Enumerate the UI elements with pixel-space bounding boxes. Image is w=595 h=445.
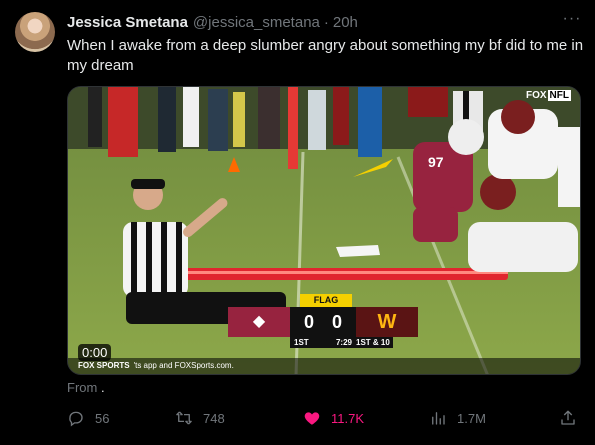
- cardinals-logo-icon: ◆: [228, 307, 290, 337]
- reply-count: 56: [95, 410, 110, 426]
- like-count: 11.7K: [331, 410, 365, 426]
- scorebug: FLAG ◆ 0 0 W 1ST 7:29 1ST & 10: [228, 294, 418, 349]
- author-avatar[interactable]: [15, 12, 55, 52]
- commanders-logo-icon: W: [356, 307, 418, 337]
- share-button[interactable]: [559, 406, 577, 430]
- repost-button[interactable]: 748: [175, 406, 225, 430]
- reply-button[interactable]: 56: [67, 406, 109, 430]
- views-count: 1.7M: [457, 410, 486, 426]
- tweet-header: Jessica Smetana @jessica_smetana · 20h: [67, 12, 358, 32]
- network-logo-tag: NFL: [547, 90, 571, 101]
- tweet-time[interactable]: 20h: [333, 14, 358, 31]
- heart-icon: [304, 412, 320, 425]
- views-button[interactable]: 1.7M: [429, 406, 486, 430]
- flag-indicator: FLAG: [300, 294, 352, 307]
- caption-text: 'ts app and FOXSports.com.: [133, 361, 234, 370]
- svg-text:97: 97: [428, 154, 444, 170]
- views-icon: [432, 412, 445, 425]
- author-handle[interactable]: @jessica_smetana: [193, 14, 320, 31]
- reply-icon: [69, 411, 83, 427]
- video-player[interactable]: 97 FOX NFL FLAG ◆ 0 0 W 1ST 7:29 1ST & 10…: [67, 86, 581, 375]
- fox-nfl-logo: FOX NFL: [526, 90, 571, 101]
- tweet-text: When I awake from a deep slumber angry a…: [67, 37, 584, 74]
- clock-label: 7:29: [335, 338, 352, 347]
- quarter-label: 1ST: [294, 338, 309, 347]
- author-name[interactable]: Jessica Smetana: [67, 14, 188, 31]
- home-score: 0: [303, 311, 314, 332]
- separator-dot: ·: [323, 13, 329, 31]
- from-value[interactable]: .: [101, 380, 105, 395]
- away-score: 0: [332, 311, 343, 332]
- video-caption: FOX SPORTS'ts app and FOXSports.com.: [68, 358, 580, 374]
- from-label: From: [67, 380, 98, 395]
- more-options-icon[interactable]: ···: [562, 11, 582, 32]
- from-attribution: From .: [67, 380, 105, 395]
- like-button[interactable]: 11.7K: [303, 406, 364, 430]
- caption-brand: FOX SPORTS: [78, 361, 130, 370]
- share-icon: [561, 410, 575, 425]
- tweet-actions: 56 748 11.7K 1.7M: [67, 406, 581, 430]
- network-logo-main: FOX: [525, 90, 547, 101]
- down-distance: 1ST & 10: [353, 337, 393, 348]
- repost-count: 748: [203, 410, 225, 426]
- game-clock: 1ST 7:29: [290, 337, 356, 348]
- repost-icon: [176, 411, 192, 425]
